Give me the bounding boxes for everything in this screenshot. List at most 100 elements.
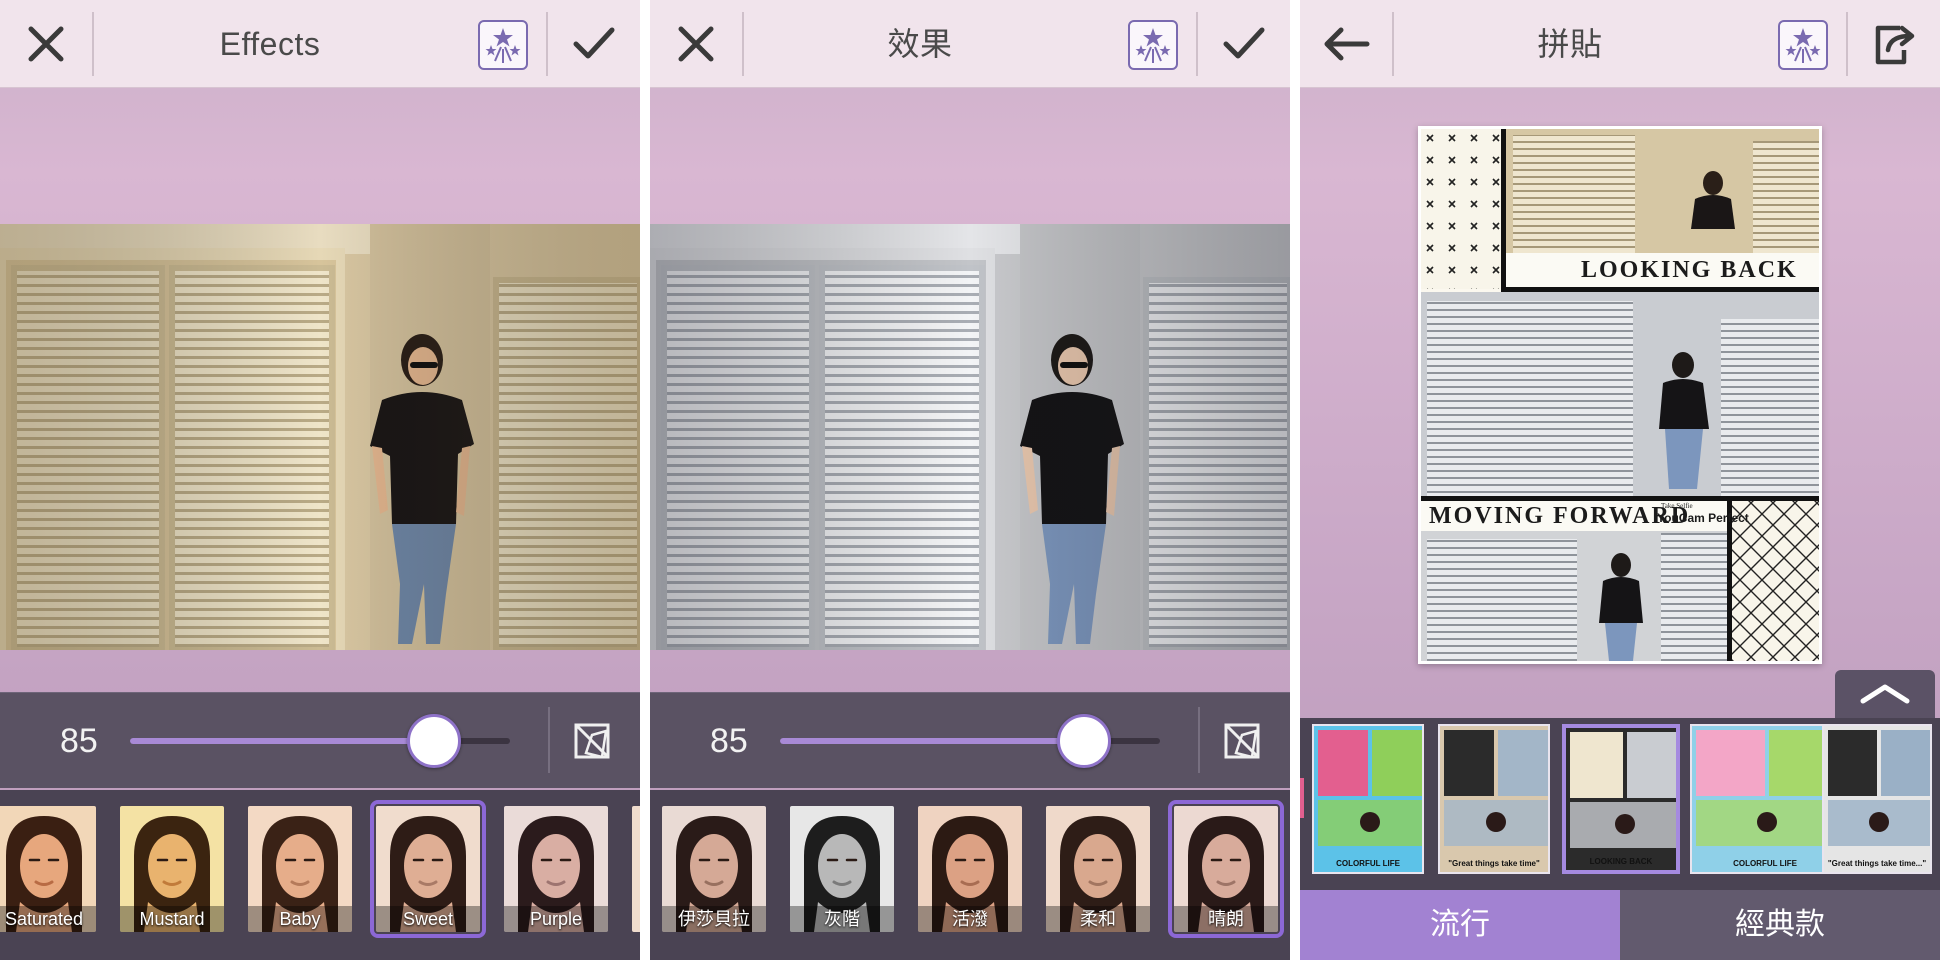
- intensity-slider[interactable]: [130, 714, 510, 768]
- photo-woman-by-shutters: [650, 224, 1290, 650]
- page-title: 效果: [887, 26, 953, 62]
- apply-button[interactable]: [548, 0, 640, 88]
- collage-brand-tiny: Take Selfie: [1661, 502, 1693, 510]
- template-caption: COLORFUL LIFE: [1733, 859, 1797, 868]
- intensity-value: 85: [60, 722, 98, 760]
- effect-thumbnail-partial[interactable]: [632, 806, 640, 932]
- effect-thumbnail[interactable]: 活潑: [918, 806, 1022, 932]
- effects-screen-english: Effects 85 Saturated Mustard Baby Sweet …: [0, 0, 640, 960]
- auto-enhance-button[interactable]: [1128, 20, 1178, 70]
- effect-label: Saturated: [0, 906, 96, 932]
- slider-thumb[interactable]: [407, 714, 461, 768]
- collage-template[interactable]: LOOKING BACK: [1562, 724, 1680, 874]
- template-preview: [1440, 726, 1548, 872]
- divider: [1392, 12, 1394, 76]
- collage-template[interactable]: COLORFUL LIFE: [1312, 724, 1424, 874]
- collage-template[interactable]: "Great things take time": [1438, 724, 1550, 874]
- effect-label: Purple: [504, 906, 608, 932]
- checkmark-icon: [573, 27, 615, 59]
- photo-preview: [650, 224, 1290, 650]
- divider: [548, 707, 550, 773]
- compare-icon: [1224, 723, 1260, 759]
- collage-template[interactable]: COLORFUL LIFE: [1690, 724, 1840, 874]
- effect-thumbnail[interactable]: 柔和: [1046, 806, 1150, 932]
- effect-label: 灰階: [790, 906, 894, 932]
- effect-label: 伊莎貝拉: [662, 906, 766, 932]
- collage-template-strip: COLORFUL LIFE "Great things take time" LOO…: [1300, 718, 1940, 890]
- template-preview: [1314, 726, 1422, 872]
- auto-enhance-button[interactable]: [478, 20, 528, 70]
- effects-screen-chinese: 效果 85 伊莎貝拉 灰階 活潑 柔和 晴朗: [650, 0, 1290, 960]
- collage-banner-top: LOOKING BACK: [1581, 257, 1798, 283]
- magic-stars-icon: [1785, 28, 1821, 63]
- close-icon: [28, 26, 64, 62]
- collage-brand: YouCam Perfect: [1657, 511, 1749, 525]
- compare-button[interactable]: [572, 721, 612, 761]
- intensity-controls: 85: [650, 692, 1290, 788]
- effect-thumbnail[interactable]: Sweet: [370, 800, 486, 938]
- collage-banner-bottom: MOVING FORWARD: [1429, 503, 1691, 529]
- effect-label: Sweet: [376, 906, 480, 932]
- intensity-slider[interactable]: [780, 714, 1160, 768]
- effect-label: 晴朗: [1174, 906, 1278, 932]
- effect-label: Mustard: [120, 906, 224, 932]
- close-button[interactable]: [650, 0, 742, 88]
- effect-thumbnail[interactable]: 晴朗: [1168, 800, 1284, 938]
- effect-thumbnail-strip: 伊莎貝拉 灰階 活潑 柔和 晴朗: [650, 790, 1290, 960]
- effect-label: 活潑: [918, 906, 1022, 932]
- back-button[interactable]: [1300, 0, 1392, 88]
- divider: [1198, 707, 1200, 773]
- magic-stars-icon: [485, 28, 521, 63]
- template-caption: LOOKING BACK: [1589, 857, 1653, 866]
- collage-template[interactable]: "Great things take time...": [1822, 724, 1932, 874]
- apply-button[interactable]: [1198, 0, 1290, 88]
- effect-thumbnail-strip: Saturated Mustard Baby Sweet Purple: [0, 790, 640, 960]
- intensity-controls: 85: [0, 692, 640, 788]
- compare-button[interactable]: [1222, 721, 1262, 761]
- auto-enhance-button[interactable]: [1778, 20, 1828, 70]
- effect-thumbnail[interactable]: 灰階: [790, 806, 894, 932]
- tab-popular[interactable]: 流行: [1300, 890, 1620, 960]
- magic-stars-icon: [1135, 28, 1171, 63]
- close-icon: [678, 26, 714, 62]
- template-caption: "Great things take time...": [1827, 859, 1927, 868]
- top-bar: 拼貼: [1300, 0, 1940, 88]
- effect-thumbnail[interactable]: 伊莎貝拉: [662, 806, 766, 932]
- compare-icon: [574, 723, 610, 759]
- template-caption: COLORFUL LIFE: [1336, 859, 1400, 868]
- collage-template-partial[interactable]: [1300, 778, 1304, 818]
- page-title: Effects: [219, 26, 321, 62]
- tab-classic[interactable]: 經典款: [1620, 890, 1940, 960]
- effect-thumbnail[interactable]: Baby: [248, 806, 352, 932]
- collage-artwork: [1421, 129, 1819, 661]
- divider: [92, 12, 94, 76]
- effect-label: Baby: [248, 906, 352, 932]
- share-button[interactable]: [1848, 0, 1940, 88]
- expand-templates-button[interactable]: [1835, 670, 1935, 718]
- effect-label: 柔和: [1046, 906, 1150, 932]
- checkmark-icon: [1223, 27, 1265, 59]
- top-bar: Effects: [0, 0, 640, 88]
- divider: [742, 12, 744, 76]
- template-preview: [1566, 728, 1676, 870]
- template-category-tabs: 流行 經典款: [1300, 890, 1940, 960]
- slider-fill: [130, 738, 434, 744]
- share-export-icon: [1875, 25, 1915, 65]
- page-title: 拼貼: [1537, 26, 1603, 62]
- app-screenshot-triptych: Effects 85 Saturated Mustard Baby Sweet …: [0, 0, 1940, 960]
- photo-woman-by-shutters: [0, 224, 640, 650]
- collage-screen: 拼貼 LOOKING BACK MOVING FORWARD Take Self…: [1300, 0, 1940, 960]
- intensity-value: 85: [710, 722, 748, 760]
- close-button[interactable]: [0, 0, 92, 88]
- template-caption: "Great things take time": [1448, 859, 1540, 868]
- template-preview: [1824, 726, 1930, 872]
- collage-canvas[interactable]: LOOKING BACK MOVING FORWARD Take Selfie …: [1418, 126, 1822, 664]
- chevron-up-icon: [1860, 684, 1910, 704]
- slider-fill: [780, 738, 1084, 744]
- effect-thumbnail[interactable]: Mustard: [120, 806, 224, 932]
- top-bar: 效果: [650, 0, 1290, 88]
- slider-thumb[interactable]: [1057, 714, 1111, 768]
- template-preview: [1692, 726, 1838, 872]
- effect-thumbnail[interactable]: Saturated: [0, 806, 96, 932]
- effect-thumbnail[interactable]: Purple: [504, 806, 608, 932]
